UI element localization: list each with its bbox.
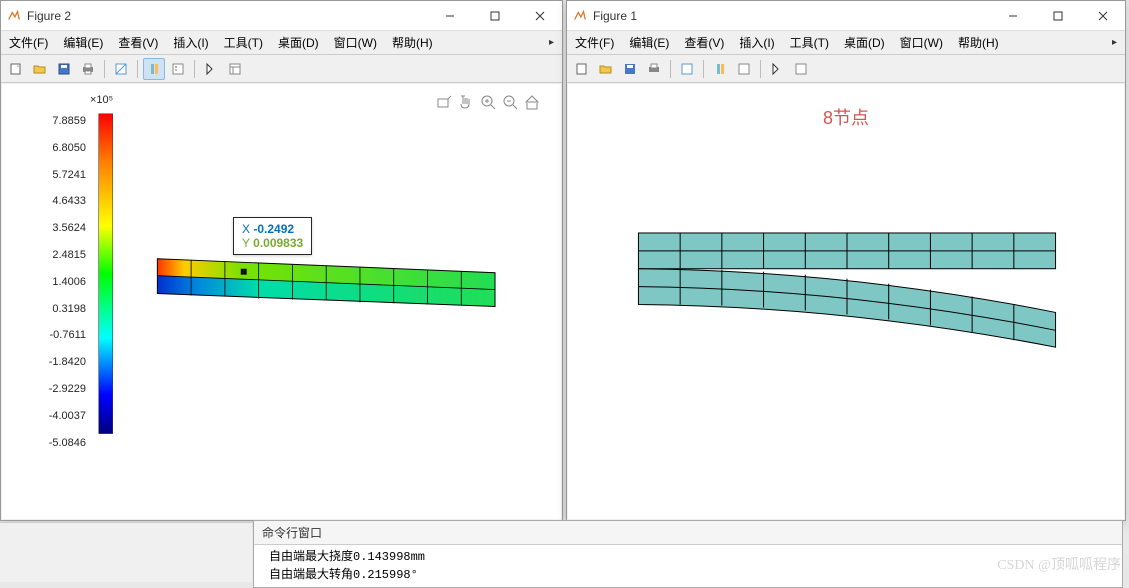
minimize-button[interactable] [427,1,472,30]
zoom-out-icon[interactable] [502,94,519,114]
menu-desktop[interactable]: 桌面(D) [278,34,319,51]
window-title: Figure 2 [27,9,71,23]
link-axes-button[interactable] [110,58,132,80]
maximize-button[interactable] [472,1,517,30]
new-figure-button[interactable] [571,58,593,80]
toolbar [1,55,562,83]
matlab-icon [573,9,587,23]
menu-view[interactable]: 查看(V) [684,34,724,51]
toolbar-separator [194,60,195,78]
desktop-blank [0,522,252,582]
new-figure-button[interactable] [5,58,27,80]
menu-insert[interactable]: 插入(I) [173,34,208,51]
matlab-icon [7,9,21,23]
axes-area[interactable]: 8节点 [568,84,1124,519]
colorbar-exponent: ×10⁵ [90,94,113,106]
menu-tools[interactable]: 工具(T) [790,34,829,51]
menu-file[interactable]: 文件(F) [575,34,614,51]
beam-mesh [157,259,495,307]
command-window-output[interactable]: 自由端最大挠度0.143998mm 自由端最大转角0.215998° [254,545,1122,587]
menu-window[interactable]: 窗口(W) [334,34,377,51]
axes-area[interactable]: ×10⁵ 7.8859 6.8050 5.7241 4.6433 3.5624 … [2,84,561,519]
window-title: Figure 1 [593,9,637,23]
colorbar [99,114,113,434]
close-button[interactable] [517,1,562,30]
toolbar-separator [670,60,671,78]
save-button[interactable] [619,58,641,80]
edit-plot-button[interactable] [200,58,222,80]
figure-window-1: Figure 1 文件(F) 编辑(E) 查看(V) 插入(I) 工具(T) 桌… [566,0,1126,521]
menu-tools[interactable]: 工具(T) [224,34,263,51]
open-button[interactable] [595,58,617,80]
insert-legend-button[interactable] [733,58,755,80]
insert-colorbar-button[interactable] [143,58,165,80]
toolbar-separator [137,60,138,78]
save-button[interactable] [53,58,75,80]
menu-edit[interactable]: 编辑(E) [63,34,103,51]
menu-insert[interactable]: 插入(I) [739,34,774,51]
minimize-button[interactable] [990,1,1035,30]
menu-desktop[interactable]: 桌面(D) [844,34,885,51]
toolbar [567,55,1125,83]
plot-title: 8节点 [823,104,869,130]
maximize-button[interactable] [1035,1,1080,30]
datatip-marker[interactable] [241,269,247,275]
insert-colorbar-button[interactable] [709,58,731,80]
print-button[interactable] [643,58,665,80]
menu-window[interactable]: 窗口(W) [900,34,943,51]
mesh-plot [568,84,1124,519]
link-axes-button[interactable] [676,58,698,80]
menubar: 文件(F) 编辑(E) 查看(V) 插入(I) 工具(T) 桌面(D) 窗口(W… [1,31,562,55]
toolbar-separator [703,60,704,78]
command-window-panel: 命令行窗口 自由端最大挠度0.143998mm 自由端最大转角0.215998° [253,520,1123,588]
pan-icon[interactable] [458,94,475,114]
titlebar[interactable]: Figure 2 [1,1,562,31]
menu-overflow-icon[interactable]: ▸ [1112,37,1117,48]
menu-help[interactable]: 帮助(H) [958,34,999,51]
open-property-inspector-button[interactable] [790,58,812,80]
print-button[interactable] [77,58,99,80]
insert-legend-button[interactable] [167,58,189,80]
datatip[interactable]: X -0.2492 Y 0.009833 [233,217,312,255]
open-property-inspector-button[interactable] [224,58,246,80]
menubar: 文件(F) 编辑(E) 查看(V) 插入(I) 工具(T) 桌面(D) 窗口(W… [567,31,1125,55]
open-button[interactable] [29,58,51,80]
menu-help[interactable]: 帮助(H) [392,34,433,51]
restore-view-icon[interactable] [524,94,541,114]
command-window-tab[interactable]: 命令行窗口 [254,521,1122,545]
menu-overflow-icon[interactable]: ▸ [549,37,554,48]
menu-view[interactable]: 查看(V) [118,34,158,51]
watermark: CSDN @顶呱呱程序 [997,554,1121,574]
close-button[interactable] [1080,1,1125,30]
toolbar-separator [104,60,105,78]
axes-toolbar[interactable] [436,94,541,114]
brush-icon[interactable] [436,94,453,114]
edit-plot-button[interactable] [766,58,788,80]
figure-window-2: Figure 2 文件(F) 编辑(E) 查看(V) 插入(I) 工具(T) 桌… [0,0,563,521]
colorbar-ticks: 7.8859 6.8050 5.7241 4.6433 3.5624 2.481… [40,108,86,456]
menu-file[interactable]: 文件(F) [9,34,48,51]
zoom-in-icon[interactable] [480,94,497,114]
titlebar[interactable]: Figure 1 [567,1,1125,31]
menu-edit[interactable]: 编辑(E) [629,34,669,51]
toolbar-separator [760,60,761,78]
